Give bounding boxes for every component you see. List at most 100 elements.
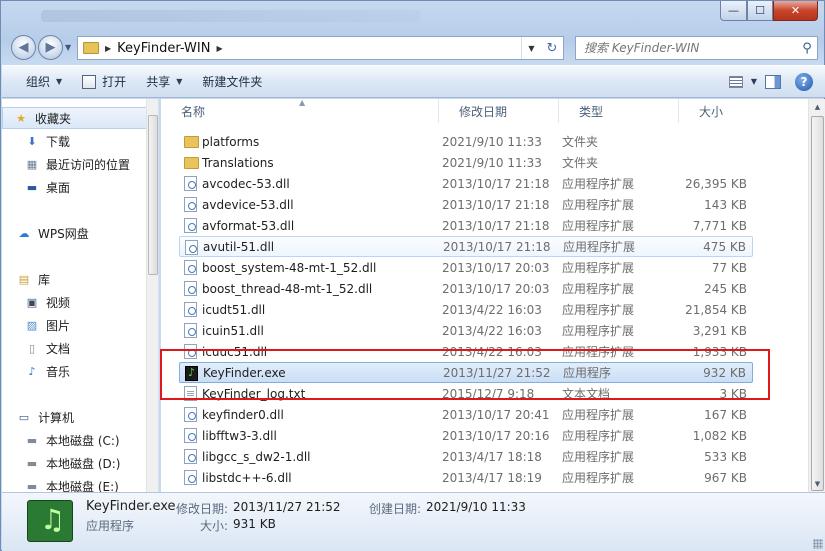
file-row[interactable]: boost_thread-48-mt-1_52.dll 2013/10/17 20… <box>179 278 753 299</box>
folder-icon <box>184 136 199 148</box>
file-row[interactable]: platforms 2021/9/10 11:33 文件夹 <box>179 131 753 152</box>
sidebar-item-label: 库 <box>38 272 51 287</box>
open-button[interactable]: 打开 <box>72 66 136 97</box>
folder-icon <box>83 42 99 54</box>
breadcrumb-chevron-icon[interactable]: ▶ <box>216 44 222 53</box>
computer-icon: ▭ <box>18 410 30 424</box>
file-name: avcodec-53.dll <box>202 176 290 191</box>
file-list: 名称 ▲ 修改日期 类型 大小 platforms 2021/9/10 11:33… <box>161 99 825 492</box>
file-name: boost_system-48-mt-1_52.dll <box>202 260 377 275</box>
search-icon[interactable]: ⚲ <box>797 41 817 56</box>
highlight-annotation-box <box>160 349 770 400</box>
file-row[interactable]: icuin51.dll 2013/4/22 16:03 应用程序扩展 3,291 KB <box>179 320 753 341</box>
folder-icon <box>184 157 199 169</box>
file-name: avdevice-53.dll <box>202 197 294 212</box>
file-size: 533 KB <box>704 449 747 464</box>
navigation-pane: ★ 收藏夹 ⬇ 下载 ▦ 最近访问的位置 ▬ 桌面 ☁ WPS网盘 ▤ 库 ▣ 视频 ▨ 图片 ▯ 文档 ♪ 音乐 ▭ 计… <box>2 99 159 492</box>
file-row[interactable]: boost_system-48-mt-1_52.dll 2013/10/17 20… <box>179 257 753 278</box>
drive-c-icon: ▬ <box>26 433 38 447</box>
file-name: keyfinder0.dll <box>202 407 284 422</box>
sidebar-item[interactable]: ▬ 桌面 <box>2 176 147 198</box>
close-button[interactable]: ✕ <box>773 1 818 21</box>
file-row[interactable]: libfftw3-3.dll 2013/10/17 20:16 应用程序扩展 1,08… <box>179 425 753 446</box>
forward-button[interactable]: ▶ <box>38 35 63 60</box>
recent-pages-dropdown[interactable]: ▼ <box>65 43 71 52</box>
sidebar-item[interactable]: ▨ 图片 <box>2 314 147 336</box>
address-history-dropdown[interactable]: ▼ <box>521 37 541 59</box>
details-size-label: 大小: <box>200 519 229 533</box>
file-row[interactable]: keyfinder0.dll 2013/10/17 20:41 应用程序扩展 167 … <box>179 404 753 425</box>
title-bar[interactable]: — ☐ ✕ <box>1 1 824 29</box>
file-type: 文件夹 <box>562 135 599 149</box>
window-controls: — ☐ ✕ <box>720 1 818 21</box>
scroll-down-arrow-icon[interactable]: ▼ <box>809 476 825 492</box>
view-mode-icon[interactable] <box>728 75 743 88</box>
sidebar-item[interactable]: ☁ WPS网盘 <box>2 222 147 244</box>
sidebar-item[interactable]: ♪ 音乐 <box>2 360 147 382</box>
navigation-bar: ◀ ▶ ▼ ▶ KeyFinder-WIN ▶ ▼ ↻ ⚲ <box>1 31 824 61</box>
details-pane: KeyFinder.exe 修改日期: 2013/11/27 21:52 创建日… <box>2 492 825 551</box>
navigation-scrollbar-thumb[interactable] <box>148 115 158 275</box>
file-name: libgcc_s_dw2-1.dll <box>202 449 311 464</box>
file-type: 应用程序扩展 <box>563 240 636 254</box>
sidebar-item[interactable]: ▭ 计算机 <box>2 406 147 428</box>
desktop-icon: ▬ <box>26 180 38 194</box>
breadcrumb-chevron-icon[interactable]: ▶ <box>105 44 111 53</box>
file-row[interactable]: avutil-51.dll 2013/10/17 21:18 应用程序扩展 475 K… <box>179 236 753 257</box>
new-folder-button[interactable]: 新建文件夹 <box>192 66 272 97</box>
sidebar-item[interactable]: ▣ 视频 <box>2 291 147 313</box>
view-mode-dropdown[interactable]: ▼ <box>751 77 757 86</box>
file-date: 2013/4/17 18:18 <box>442 449 542 464</box>
navigation-scrollbar[interactable] <box>146 99 158 492</box>
sidebar-item[interactable]: ▬ 本地磁盘 (D:) <box>2 452 147 474</box>
help-icon[interactable]: ? <box>795 72 813 91</box>
sidebar-item[interactable]: ★ 收藏夹 <box>2 107 147 129</box>
resize-grip-icon[interactable] <box>813 539 823 549</box>
file-name: platforms <box>202 134 260 149</box>
file-size: 245 KB <box>704 281 747 296</box>
file-row[interactable]: libgcc_s_dw2-1.dll 2013/4/17 18:18 应用程序扩展 5… <box>179 446 753 467</box>
refresh-icon[interactable]: ↻ <box>541 37 563 59</box>
column-header-name[interactable]: 名称 ▲ <box>161 99 439 123</box>
file-name: libfftw3-3.dll <box>202 428 277 443</box>
details-created-label: 创建日期: <box>369 502 422 516</box>
breadcrumb-current-folder[interactable]: KeyFinder-WIN <box>117 41 210 56</box>
file-name: avutil-51.dll <box>203 239 275 254</box>
file-date: 2013/4/17 18:19 <box>442 470 542 485</box>
sidebar-item[interactable]: ▯ 文档 <box>2 337 147 359</box>
sidebar-item[interactable]: ▦ 最近访问的位置 <box>2 153 147 175</box>
sidebar-item[interactable]: ▬ 本地磁盘 (C:) <box>2 429 147 451</box>
file-size: 26,395 KB <box>685 176 747 191</box>
search-input[interactable] <box>576 38 797 58</box>
sidebar-item[interactable]: ⬇ 下载 <box>2 130 147 152</box>
dll-file-icon <box>185 240 198 255</box>
back-button[interactable]: ◀ <box>11 35 36 60</box>
share-menu-button[interactable]: 共享 ▼ <box>136 66 192 97</box>
column-header-type[interactable]: 类型 <box>559 99 679 123</box>
file-row[interactable]: avcodec-53.dll 2013/10/17 21:18 应用程序扩展 26,3… <box>179 173 753 194</box>
file-row[interactable]: avformat-53.dll 2013/10/17 21:18 应用程序扩展 7,7… <box>179 215 753 236</box>
minimize-button[interactable]: — <box>720 1 747 21</box>
file-row[interactable]: avdevice-53.dll 2013/10/17 21:18 应用程序扩展 143… <box>179 194 753 215</box>
maximize-button[interactable]: ☐ <box>747 1 773 21</box>
file-size: 167 KB <box>704 407 747 422</box>
address-bar[interactable]: ▶ KeyFinder-WIN ▶ ▼ ↻ <box>77 36 564 60</box>
sidebar-item[interactable]: ▬ 本地磁盘 (E:) <box>2 475 147 493</box>
file-row[interactable]: icudt51.dll 2013/4/22 16:03 应用程序扩展 21,854 K… <box>179 299 753 320</box>
sidebar-item-label: 最近访问的位置 <box>46 157 131 172</box>
column-header-date[interactable]: 修改日期 <box>439 99 559 123</box>
scroll-up-arrow-icon[interactable]: ▲ <box>809 99 825 115</box>
drive-d-icon: ▬ <box>26 456 38 470</box>
dll-file-icon <box>184 176 197 191</box>
file-date: 2013/10/17 21:18 <box>443 239 551 254</box>
file-list-scrollbar[interactable]: ▲ ▼ <box>808 99 825 492</box>
search-box[interactable]: ⚲ <box>575 36 818 60</box>
file-date: 2013/10/17 21:18 <box>442 176 550 191</box>
sidebar-item[interactable]: ▤ 库 <box>2 268 147 290</box>
column-header-size[interactable]: 大小 <box>679 99 809 123</box>
file-row[interactable]: Translations 2021/9/10 11:33 文件夹 <box>179 152 753 173</box>
preview-pane-icon[interactable] <box>765 74 781 89</box>
organize-menu-button[interactable]: 组织 ▼ <box>16 66 72 97</box>
file-list-scrollbar-thumb[interactable] <box>811 116 824 491</box>
file-row[interactable]: libstdc++-6.dll 2013/4/17 18:19 应用程序扩展 967 … <box>179 467 753 488</box>
